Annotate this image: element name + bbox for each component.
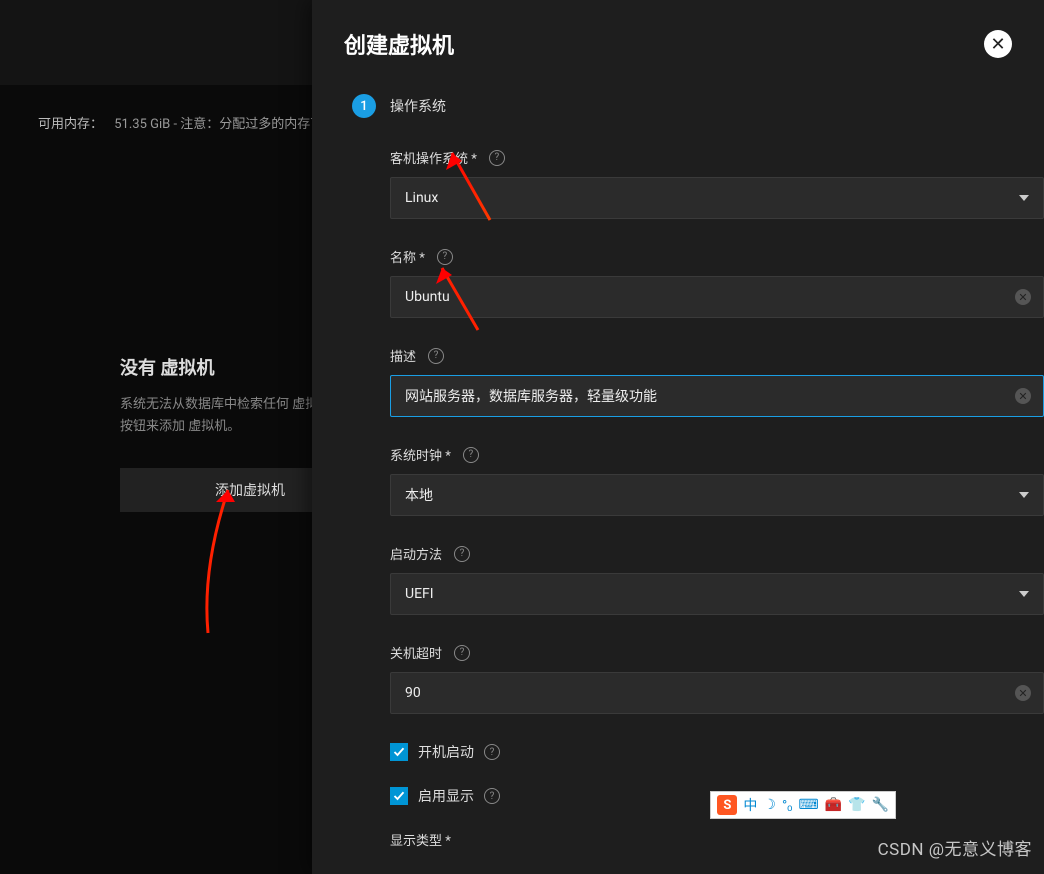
shirt-icon[interactable]: 👕: [848, 797, 865, 813]
clock-label: 系统时钟 *: [390, 445, 451, 464]
step-number-badge: 1: [352, 94, 376, 118]
shutdown-label: 关机超时: [390, 643, 442, 662]
chevron-down-icon: [1019, 195, 1029, 201]
help-icon[interactable]: ?: [484, 744, 500, 760]
field-boot: 启动方法 ? UEFI: [390, 544, 1044, 615]
moon-icon[interactable]: ☽: [763, 797, 776, 813]
help-icon[interactable]: ?: [437, 249, 453, 265]
clock-value: 本地: [405, 485, 433, 505]
clear-icon[interactable]: ✕: [1015, 388, 1031, 404]
guest-os-select[interactable]: Linux: [390, 177, 1044, 219]
display-label: 启用显示: [418, 786, 474, 806]
field-name: 名称 * ? ✕: [390, 247, 1044, 318]
description-input[interactable]: [405, 388, 1029, 404]
description-input-wrapper: ✕: [390, 375, 1044, 417]
help-icon[interactable]: ?: [454, 645, 470, 661]
keyboard-icon[interactable]: ⌨: [798, 797, 818, 813]
modal-body: 1 操作系统 客机操作系统 * ? Linux 名称 * ?: [312, 84, 1044, 874]
close-icon[interactable]: ✕: [984, 30, 1012, 58]
description-label: 描述: [390, 346, 416, 365]
form-section: 客机操作系统 * ? Linux 名称 * ? ✕: [352, 148, 1044, 849]
field-autostart: 开机启动 ?: [390, 742, 1044, 762]
help-icon[interactable]: ?: [454, 546, 470, 562]
watermark-text: CSDN @无意义博客: [878, 835, 1032, 860]
punct-icon[interactable]: °ₒ: [782, 797, 793, 814]
boot-select[interactable]: UEFI: [390, 573, 1044, 615]
field-shutdown: 关机超时 ? ✕: [390, 643, 1044, 714]
guest-os-value: Linux: [405, 190, 438, 206]
field-guest-os: 客机操作系统 * ? Linux: [390, 148, 1044, 219]
autostart-checkbox[interactable]: [390, 743, 408, 761]
help-icon[interactable]: ?: [428, 348, 444, 364]
boot-label: 启动方法: [390, 544, 442, 563]
memory-value: 51.35 GiB - 注意：分配过多的内存可能: [114, 117, 336, 132]
help-icon[interactable]: ?: [484, 788, 500, 804]
clear-icon[interactable]: ✕: [1015, 289, 1031, 305]
modal-title: 创建虚拟机: [344, 28, 454, 60]
field-clock: 系统时钟 * ? 本地: [390, 445, 1044, 516]
field-description: 描述 ? ✕: [390, 346, 1044, 417]
name-label: 名称 *: [390, 247, 425, 266]
name-input-wrapper: ✕: [390, 276, 1044, 318]
wrench-icon[interactable]: 🔧: [872, 797, 889, 813]
toolbox-icon[interactable]: 🧰: [825, 797, 842, 813]
ime-lang-toggle[interactable]: 中: [743, 795, 757, 815]
sogou-logo-icon[interactable]: S: [717, 795, 737, 815]
shutdown-input[interactable]: [405, 685, 1029, 701]
help-icon[interactable]: ?: [489, 150, 505, 166]
step-title: 操作系统: [390, 96, 446, 116]
modal-header: 创建虚拟机 ✕: [312, 0, 1044, 84]
chevron-down-icon: [1019, 492, 1029, 498]
step-header: 1 操作系统: [352, 94, 1044, 118]
shutdown-input-wrapper: ✕: [390, 672, 1044, 714]
clock-select[interactable]: 本地: [390, 474, 1044, 516]
create-vm-modal: 创建虚拟机 ✕ 1 操作系统 客机操作系统 * ? Linux: [312, 0, 1044, 874]
display-type-label: 显示类型 *: [390, 830, 451, 849]
clear-icon[interactable]: ✕: [1015, 685, 1031, 701]
chevron-down-icon: [1019, 591, 1029, 597]
autostart-label: 开机启动: [418, 742, 474, 762]
name-input[interactable]: [405, 289, 1029, 305]
help-icon[interactable]: ?: [463, 447, 479, 463]
ime-toolbar[interactable]: S 中 ☽ °ₒ ⌨ 🧰 👕 🔧: [710, 791, 896, 819]
memory-label: 可用内存：: [38, 117, 103, 132]
boot-value: UEFI: [405, 586, 434, 602]
display-checkbox[interactable]: [390, 787, 408, 805]
guest-os-label: 客机操作系统 *: [390, 148, 477, 167]
